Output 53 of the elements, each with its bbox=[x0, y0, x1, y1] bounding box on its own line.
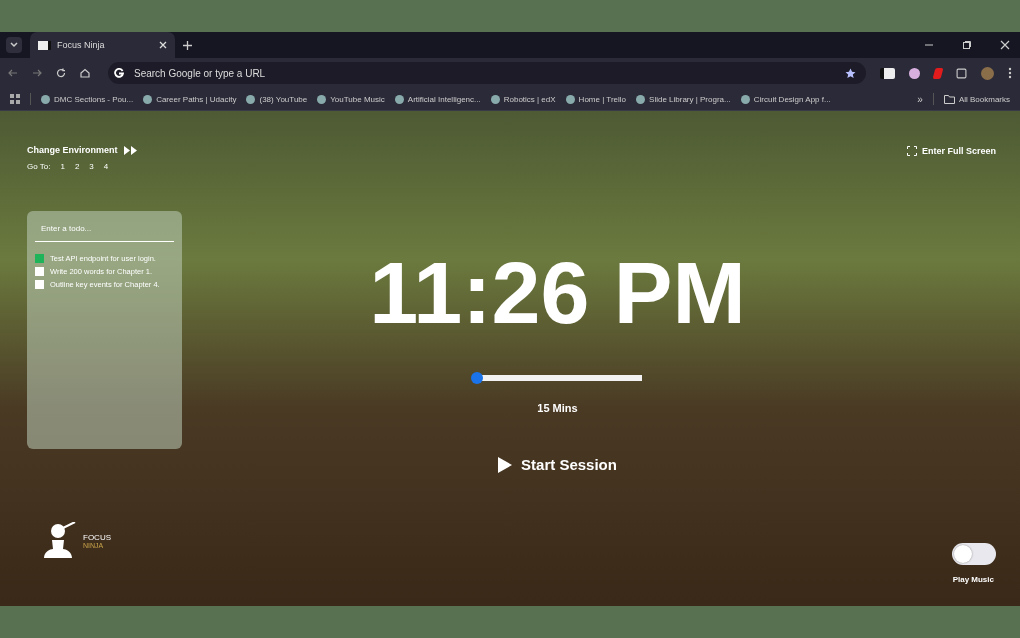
music-toggle[interactable] bbox=[952, 543, 996, 565]
environment-number-button[interactable]: 4 bbox=[103, 162, 109, 171]
duration-label: 15 Mins bbox=[537, 402, 578, 414]
apps-grid-icon[interactable] bbox=[10, 94, 20, 104]
bookmark-link[interactable]: DMC Sections - Pou... bbox=[41, 94, 134, 104]
new-tab-icon[interactable] bbox=[183, 40, 192, 50]
go-to-label: Go To: bbox=[27, 162, 51, 171]
extension-icon[interactable] bbox=[909, 67, 920, 79]
bookmark-link[interactable]: (38) YouTube bbox=[246, 94, 308, 104]
play-music-label: Play Music bbox=[952, 575, 994, 584]
all-bookmarks-link[interactable]: All Bookmarks bbox=[943, 94, 1010, 104]
bookmark-link[interactable]: Home | Trello bbox=[565, 94, 627, 104]
menu-icon[interactable] bbox=[1008, 67, 1012, 79]
bookmark-link[interactable]: Career Paths | Udacity bbox=[143, 94, 237, 104]
bookmark-link[interactable]: Artificial Intelligenc... bbox=[394, 94, 481, 104]
more-bookmarks-button[interactable]: » bbox=[917, 93, 923, 105]
todo-input-field[interactable]: Enter a todo... bbox=[35, 221, 174, 242]
browser-tab[interactable]: Focus Ninja bbox=[30, 32, 175, 58]
star-icon[interactable] bbox=[845, 67, 856, 79]
reload-icon[interactable] bbox=[56, 68, 66, 78]
environment-number-button[interactable]: 1 bbox=[60, 162, 65, 171]
fullscreen-icon bbox=[906, 146, 917, 156]
change-environment-button[interactable]: Change Environment bbox=[27, 145, 137, 155]
start-session-button[interactable]: Start Session bbox=[496, 454, 619, 475]
folder-icon bbox=[943, 94, 955, 104]
checkbox[interactable] bbox=[35, 280, 44, 289]
chevron-down-icon bbox=[10, 42, 18, 48]
bookmark-link[interactable]: Slide Library | Progra... bbox=[636, 94, 731, 104]
environment-number-button[interactable]: 2 bbox=[74, 162, 80, 171]
close-icon[interactable] bbox=[159, 41, 167, 49]
fast-forward-icon bbox=[123, 145, 137, 155]
bookmark-link[interactable]: Robotics | edX bbox=[490, 94, 556, 104]
bookmark-link[interactable]: YouTube Music bbox=[317, 94, 385, 104]
forward-icon[interactable] bbox=[32, 68, 42, 78]
bookmark-link[interactable]: Circuit Design App f... bbox=[740, 94, 831, 104]
checkbox[interactable] bbox=[35, 267, 44, 276]
address-bar[interactable]: Search Google or type a URL bbox=[108, 62, 866, 84]
play-icon bbox=[498, 456, 513, 473]
back-icon[interactable] bbox=[8, 68, 18, 78]
avatar-icon[interactable] bbox=[981, 66, 994, 80]
tab-list-button[interactable] bbox=[6, 37, 22, 53]
fullscreen-button[interactable]: Enter Full Screen bbox=[906, 146, 996, 156]
close-icon[interactable] bbox=[1000, 40, 1010, 50]
logo-text: FOCUS bbox=[83, 533, 111, 542]
home-icon[interactable] bbox=[80, 68, 90, 78]
environment-number-button[interactable]: 3 bbox=[89, 162, 94, 171]
clock-time: 11:26 PM bbox=[369, 249, 746, 337]
duration-slider[interactable] bbox=[470, 372, 645, 384]
restore-icon[interactable] bbox=[962, 40, 972, 50]
google-g-icon bbox=[114, 68, 124, 78]
checkbox[interactable] bbox=[35, 254, 44, 263]
extension-icon[interactable] bbox=[880, 67, 895, 79]
slider-thumb[interactable] bbox=[470, 372, 483, 384]
